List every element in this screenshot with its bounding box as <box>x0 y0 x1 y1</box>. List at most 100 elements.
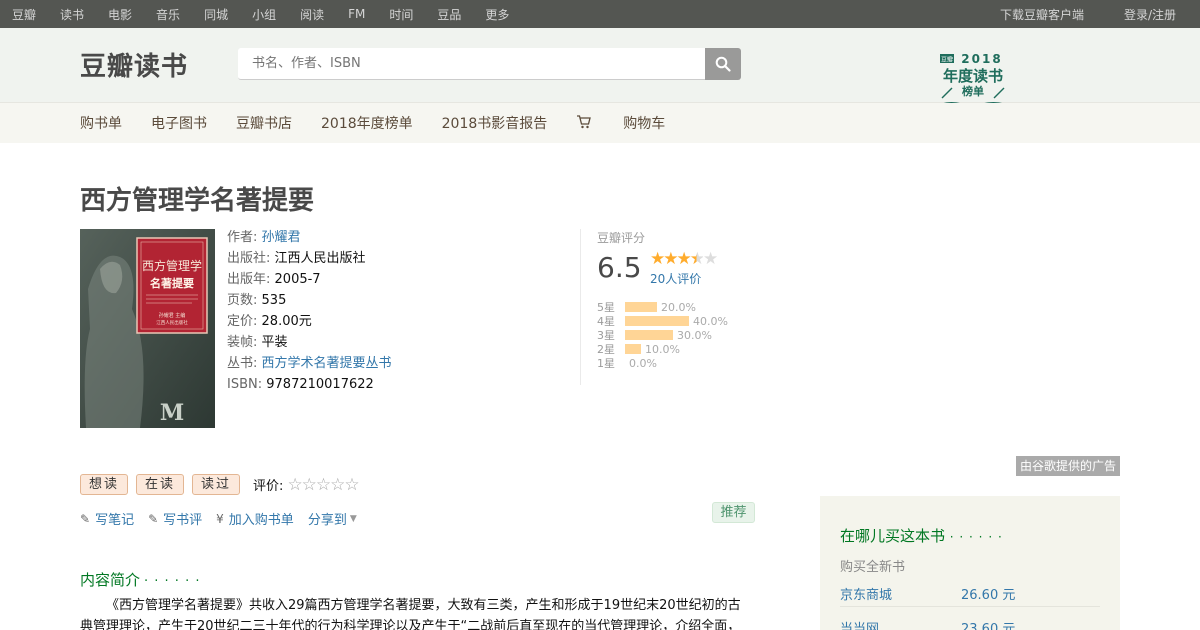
cart-icon <box>576 115 594 132</box>
rating-dist-row: 3星 30.0% <box>597 328 728 343</box>
have-read-button[interactable]: 读过 <box>192 474 241 495</box>
pubyear-label: 出版年: <box>227 272 271 287</box>
add-to-booklist-link[interactable]: ¥ 加入购书单 <box>216 509 294 529</box>
book-cover[interactable]: 西方管理学 名著提要 孙耀君 主编 江西人民出版社 M <box>80 229 215 428</box>
recommend-button[interactable]: 推荐 <box>712 502 755 523</box>
rating-votes-link[interactable]: 20人评价 <box>650 270 701 287</box>
google-ad-label: 由谷歌提供的广告 <box>1016 456 1120 476</box>
sub-nav-item[interactable]: 购书单 <box>80 113 122 133</box>
cover-publisher: 江西人民出版社 <box>156 319 188 326</box>
rating-panel: 豆瓣评分 6.5 ★★★★★ 20人评价 5星 20.0% 4星 40.0% 3星 30.… <box>580 229 760 385</box>
search-input[interactable] <box>238 48 705 80</box>
shopping-cart-link[interactable]: 购物车 <box>576 113 665 133</box>
site-header: 豆瓣读书 <box>0 28 1200 103</box>
series-link[interactable]: 西方学术名著提要丛书 <box>262 356 392 371</box>
buy-new-subtitle: 购买全新书 <box>840 560 906 575</box>
rating-dist-bar <box>625 330 673 340</box>
global-nav-item[interactable]: 豆品 <box>437 6 461 23</box>
search-bar <box>238 48 741 80</box>
pencil-icon: ✎ <box>148 511 159 526</box>
badge-line1: 年度读书 <box>943 67 1003 85</box>
badge-tag: 豆瓣 <box>941 56 953 64</box>
login-register-link[interactable]: 登录/注册 <box>1124 6 1176 23</box>
rating-dist-pct: 40.0% <box>693 314 728 328</box>
pages-label: 页数: <box>227 293 258 308</box>
star-half-icon: ★ <box>689 249 705 269</box>
global-nav-item[interactable]: 小组 <box>252 6 276 23</box>
store-name[interactable]: 京东商城 <box>840 588 892 603</box>
isbn-value: 9787210017622 <box>266 377 374 392</box>
rating-dist-bar <box>625 344 641 354</box>
reading-button[interactable]: 在读 <box>136 474 185 495</box>
rating-score: 6.5 <box>597 251 642 284</box>
intro-heading: 内容简介 · · · · · · <box>80 571 201 589</box>
where-to-buy-heading: 在哪儿买这本书 · · · · · · <box>840 527 1003 545</box>
isbn-label: ISBN: <box>227 377 263 392</box>
global-nav-item[interactable]: FM <box>348 7 365 21</box>
rating-title: 豆瓣评分 <box>597 231 646 245</box>
star-full-icon: ★★★ <box>650 249 692 269</box>
binding-label: 装帧: <box>227 335 258 350</box>
cover-author: 孙耀君 主编 <box>159 312 186 319</box>
sub-nav-item[interactable]: 2018年度榜单 <box>321 113 413 133</box>
reading-actions: 想读 在读 读过 评价: ☆☆☆☆☆ <box>80 474 360 495</box>
global-nav-item[interactable]: 同城 <box>204 6 228 23</box>
write-review-link[interactable]: ✎ 写书评 <box>148 509 202 529</box>
cover-title1: 西方管理学 <box>142 258 202 273</box>
badge-line2: 榜单 <box>962 84 984 98</box>
global-nav-item[interactable]: 读书 <box>60 6 84 23</box>
chevron-down-icon: ▼ <box>349 513 357 524</box>
rating-dist-row: 2星 10.0% <box>597 342 728 357</box>
star-empty-icon: ★ <box>702 249 718 269</box>
rating-dist-row: 4星 40.0% <box>597 314 728 329</box>
global-nav-item[interactable]: 豆瓣 <box>12 6 36 23</box>
download-app-link[interactable]: 下载豆瓣客户端 <box>1000 6 1084 23</box>
rating-dist-pct: 0.0% <box>629 356 657 370</box>
global-nav-item[interactable]: 更多 <box>485 6 509 23</box>
intro-text: 《西方管理学名著提要》共收入29篇西方管理学名著提要，大致有三类，产生和形成于1… <box>80 598 741 630</box>
yen-icon: ¥ <box>216 511 224 526</box>
rating-dist-bar <box>625 316 689 326</box>
global-nav-item[interactable]: 音乐 <box>156 6 180 23</box>
book-info: 作者: 孙耀君 出版社: 江西人民出版社 出版年: 2005-7 页数: 535… <box>227 227 392 395</box>
divider <box>840 606 1100 607</box>
rating-dist-row: 5星 20.0% <box>597 300 728 315</box>
rating-dist-pct: 20.0% <box>661 300 696 314</box>
rating-dist-pct: 30.0% <box>677 328 712 342</box>
rate-label: 评价: <box>253 479 284 494</box>
store-price[interactable]: 23.60 元 <box>961 618 1015 630</box>
global-nav-item[interactable]: 时间 <box>389 6 413 23</box>
rating-stars: ★★★★★ <box>650 249 718 269</box>
publisher-label: 出版社: <box>227 251 271 266</box>
global-nav-item[interactable]: 阅读 <box>300 6 324 23</box>
share-dropdown[interactable]: 分享到 ▼ <box>308 509 362 528</box>
store-row[interactable]: 京东商城 26.60 元 <box>840 584 1100 603</box>
write-note-link[interactable]: ✎ 写笔记 <box>80 509 134 529</box>
want-to-read-button[interactable]: 想读 <box>80 474 129 495</box>
search-button[interactable] <box>705 48 741 80</box>
author-link[interactable]: 孙耀君 <box>262 230 301 245</box>
store-row[interactable]: 当当网 23.60 元 <box>840 618 1100 630</box>
global-nav-links: 豆瓣 读书 电影 音乐 同城 小组 阅读 FM 时间 豆品 更多 <box>12 0 533 28</box>
badge-year: 2018 <box>961 52 1002 66</box>
binding-value: 平装 <box>261 335 288 350</box>
sub-nav-item[interactable]: 电子图书 <box>151 113 207 133</box>
store-name[interactable]: 当当网 <box>840 622 879 630</box>
douban-books-logo[interactable]: 豆瓣读书 <box>80 46 188 83</box>
rating-dist-pct: 10.0% <box>645 342 680 356</box>
rating-dist-label: 1星 <box>597 357 615 370</box>
global-nav: 豆瓣 读书 电影 音乐 同城 小组 阅读 FM 时间 豆品 更多 下载豆瓣客户端 登录/注册 <box>0 0 1200 28</box>
series-label: 丛书: <box>227 356 258 371</box>
global-nav-item[interactable]: 电影 <box>108 6 132 23</box>
rating-dist-bar <box>625 302 657 312</box>
sub-nav-item[interactable]: 豆瓣书店 <box>236 113 292 133</box>
cover-title2: 名著提要 <box>150 276 194 290</box>
price-value: 28.00元 <box>261 314 312 329</box>
search-icon <box>715 56 731 72</box>
store-price[interactable]: 26.60 元 <box>961 584 1015 603</box>
pages-value: 535 <box>261 293 287 308</box>
rate-stars-input[interactable]: ☆☆☆☆☆ <box>287 475 359 495</box>
author-label: 作者: <box>227 230 258 245</box>
price-label: 定价: <box>227 314 258 329</box>
sub-nav-item[interactable]: 2018书影音报告 <box>442 113 548 133</box>
